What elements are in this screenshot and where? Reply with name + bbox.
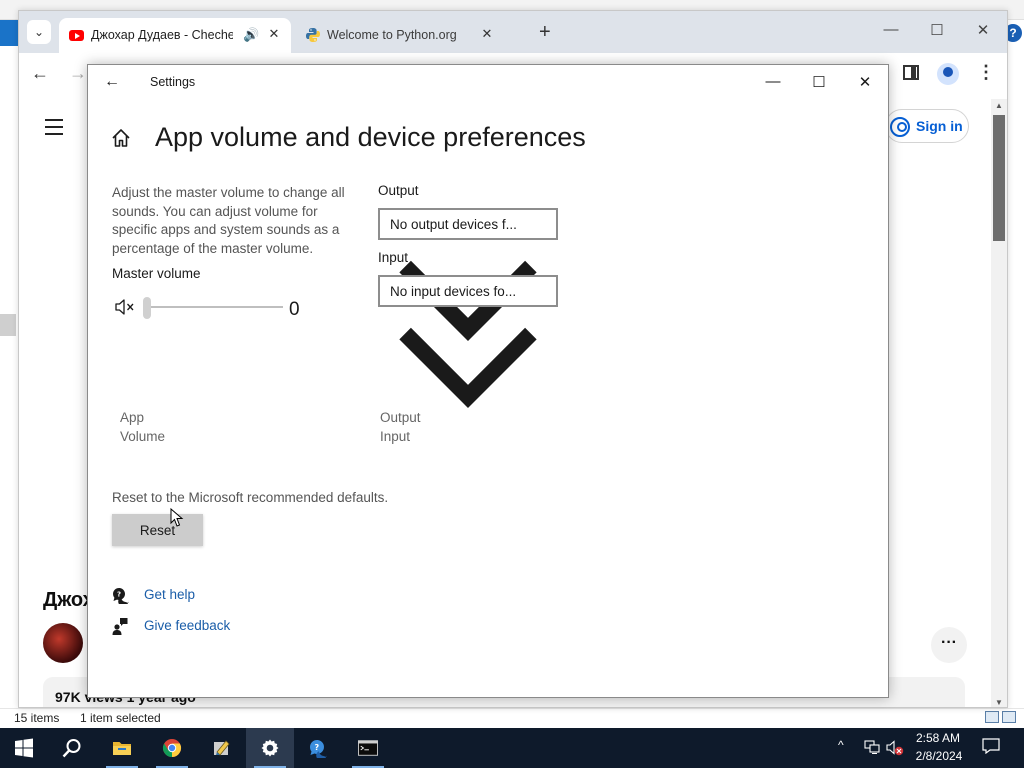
- status-item-count: 15 items: [14, 711, 60, 725]
- tab-python[interactable]: Welcome to Python.org ✕: [295, 18, 521, 53]
- back-button[interactable]: ←: [31, 63, 49, 84]
- get-help-app-icon: ?: [309, 739, 327, 758]
- input-header: Input: [380, 429, 411, 444]
- taskbar-chrome[interactable]: [148, 728, 196, 768]
- side-panel-icon[interactable]: [903, 65, 919, 80]
- master-volume-label: Master volume: [112, 266, 201, 281]
- close-tab-icon[interactable]: ✕: [266, 26, 282, 42]
- start-button[interactable]: [0, 728, 48, 768]
- notification-center-icon[interactable]: [982, 738, 1000, 754]
- explorer-nav-pane: [0, 20, 18, 710]
- mouse-cursor-icon: [170, 508, 184, 527]
- page-scrollbar[interactable]: ▲ ▼: [991, 99, 1007, 707]
- settings-window: ← Settings — ☐ ✕ App volume and device p…: [87, 64, 889, 698]
- youtube-menu-icon[interactable]: [45, 119, 63, 140]
- youtube-icon: [69, 30, 84, 41]
- explorer-nav-selection[interactable]: [0, 314, 16, 336]
- tab-search-button[interactable]: ⌄: [27, 20, 51, 44]
- profile-avatar-icon[interactable]: [937, 63, 959, 85]
- audio-playing-icon[interactable]: 🔊: [243, 27, 259, 43]
- tab-youtube[interactable]: Джохар Дудаев - Chechen 🔊 ✕: [59, 18, 291, 53]
- explorer-ribbon-band: [0, 20, 18, 46]
- feedback-icon: [112, 618, 128, 635]
- taskbar-command-prompt[interactable]: [344, 728, 392, 768]
- python-idle-icon: [214, 740, 230, 756]
- network-icon[interactable]: [864, 740, 880, 754]
- show-hidden-icons-chevron-icon[interactable]: ^: [838, 738, 844, 752]
- view-toggle-icons[interactable]: [982, 711, 1018, 725]
- taskbar-file-explorer[interactable]: [98, 728, 146, 768]
- master-volume-description: Adjust the master volume to change all s…: [112, 185, 345, 256]
- input-device-value: No input devices fo...: [390, 284, 517, 299]
- app-volume-column-header: App Volume: [120, 408, 165, 446]
- reset-button[interactable]: Reset: [112, 514, 203, 546]
- clock-time[interactable]: 2:58 AM: [914, 731, 962, 745]
- output-header: Output: [380, 410, 421, 425]
- scroll-down-icon[interactable]: ▼: [995, 698, 1003, 707]
- windows-logo-icon: [15, 738, 33, 758]
- app-header: App: [120, 410, 145, 425]
- minimize-button[interactable]: —: [881, 21, 901, 38]
- settings-back-button[interactable]: ←: [104, 73, 120, 91]
- master-volume-slider[interactable]: [143, 297, 283, 319]
- svg-text:?: ?: [117, 591, 121, 599]
- maximize-button[interactable]: ☐: [927, 21, 947, 39]
- input-label: Input: [378, 250, 409, 265]
- tab-title: Джохар Дудаев - Chechen: [91, 28, 233, 42]
- volume-header: Volume: [120, 429, 166, 444]
- large-icons-view-icon[interactable]: [1002, 711, 1016, 723]
- system-tray: ^ 2:58 AM 2/8/2024: [834, 728, 1024, 768]
- chrome-tab-strip: ⌄ Джохар Дудаев - Chechen 🔊 ✕ Welcome to…: [19, 11, 1007, 53]
- gear-icon: [261, 739, 279, 757]
- scroll-up-icon[interactable]: ▲: [995, 101, 1003, 110]
- speaker-muted-icon[interactable]: [114, 298, 136, 316]
- chrome-icon: [162, 739, 182, 757]
- slider-thumb[interactable]: [143, 297, 151, 319]
- output-device-value: No output devices f...: [390, 217, 517, 232]
- new-tab-button[interactable]: +: [539, 22, 551, 42]
- minimize-button[interactable]: —: [763, 73, 783, 90]
- input-device-dropdown[interactable]: No input devices fo...: [378, 275, 558, 408]
- reset-description: Reset to the Microsoft recommended defau…: [112, 490, 389, 505]
- chrome-menu-button[interactable]: ⋮: [977, 62, 995, 83]
- volume-muted-icon[interactable]: [886, 740, 904, 756]
- folder-icon: [113, 742, 131, 755]
- account-icon: [890, 117, 910, 137]
- sign-in-label: Sign in: [916, 118, 963, 134]
- python-icon: [306, 28, 320, 42]
- device-column-header: Output Input: [380, 408, 421, 446]
- details-view-icon[interactable]: [985, 711, 999, 723]
- close-button[interactable]: ✕: [973, 21, 993, 39]
- settings-window-title: Settings: [150, 75, 196, 89]
- give-feedback-link[interactable]: Give feedback: [144, 618, 230, 633]
- taskbar-search-button[interactable]: [48, 728, 96, 768]
- forward-button[interactable]: →: [69, 63, 87, 84]
- master-volume-value: 0: [289, 299, 300, 320]
- search-icon: [62, 739, 81, 758]
- close-tab-icon[interactable]: ✕: [479, 26, 495, 42]
- home-icon[interactable]: [110, 127, 132, 149]
- youtube-sign-in-button[interactable]: Sign in: [885, 109, 969, 143]
- get-help-link[interactable]: Get help: [144, 587, 195, 602]
- output-label: Output: [378, 183, 419, 198]
- svg-text:?: ?: [315, 743, 320, 752]
- status-selection-count: 1 item selected: [80, 711, 161, 725]
- explorer-status-bar: 15 items 1 item selected: [0, 708, 1024, 728]
- taskbar-get-help[interactable]: ?: [294, 728, 342, 768]
- channel-avatar[interactable]: [43, 623, 83, 663]
- slider-track[interactable]: [143, 306, 283, 308]
- maximize-button[interactable]: ☐: [809, 73, 829, 91]
- close-button[interactable]: ✕: [855, 73, 875, 91]
- more-actions-button[interactable]: ···: [931, 627, 967, 663]
- page-title: App volume and device preferences: [155, 122, 586, 152]
- tab-title: Welcome to Python.org: [327, 28, 457, 42]
- terminal-icon: [358, 740, 378, 756]
- taskbar-python[interactable]: [198, 728, 246, 768]
- taskbar-settings[interactable]: [246, 728, 294, 768]
- output-device-dropdown[interactable]: No output devices f...: [378, 208, 558, 341]
- get-help-icon: ?: [112, 587, 129, 604]
- clock-date[interactable]: 2/8/2024: [914, 749, 964, 763]
- scroll-thumb[interactable]: [993, 115, 1005, 241]
